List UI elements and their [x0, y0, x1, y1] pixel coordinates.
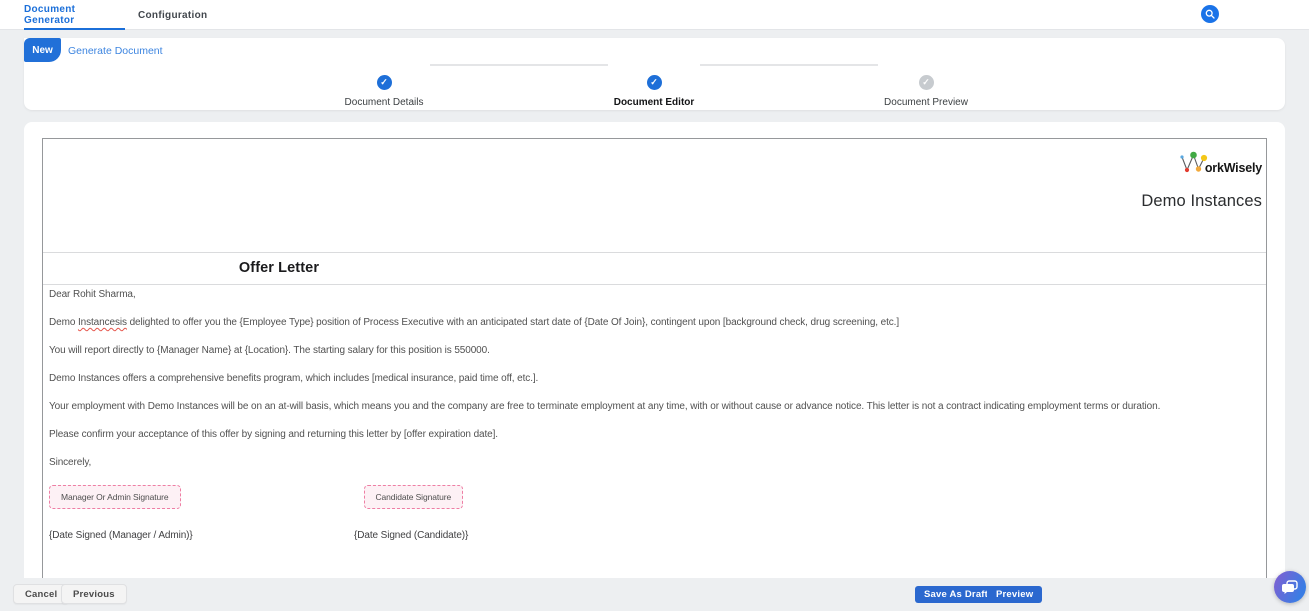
letter-title-block: Offer Letter [43, 252, 1266, 285]
document-editor-panel: orkWisely Demo Instances Offer Letter De… [24, 122, 1285, 578]
new-badge[interactable]: New [24, 38, 61, 62]
generate-document-panel: New Generate Document ✓ Document Details… [24, 38, 1285, 110]
brand-name: orkWisely [1205, 161, 1262, 175]
closing: Sincerely, [49, 457, 1260, 468]
step-label: Document Preview [846, 97, 1006, 108]
tab-configuration[interactable]: Configuration [138, 0, 207, 30]
step-label: Document Editor [574, 97, 734, 108]
salutation: Dear Rohit Sharma, [49, 289, 1260, 300]
page-title: Generate Document [68, 45, 163, 57]
check-icon: ✓ [647, 75, 662, 90]
paragraph-offer: Demo Instancesis delighted to offer you … [49, 317, 1260, 328]
company-logo: orkWisely [1178, 150, 1262, 175]
paragraph-benefits: Demo Instances offers a comprehensive be… [49, 373, 1260, 384]
paragraph-at-will: Your employment with Demo Instances will… [49, 401, 1260, 412]
signature-row: Manager Or Admin Signature Candidate Sig… [49, 485, 1260, 509]
paragraph-reporting: You will report directly to {Manager Nam… [49, 345, 1260, 356]
date-signed-row: {Date Signed (Manager / Admin)} {Date Si… [49, 530, 1260, 542]
search-button[interactable] [1201, 5, 1219, 23]
stepper-connector [430, 64, 608, 66]
step-document-preview[interactable]: ✓ Document Preview [846, 75, 1006, 108]
check-icon: ✓ [919, 75, 934, 90]
manager-signature-field[interactable]: Manager Or Admin Signature [49, 485, 181, 509]
stepper-connector [700, 64, 878, 66]
paragraph-confirmation: Please confirm your acceptance of this o… [49, 429, 1260, 440]
check-icon: ✓ [377, 75, 392, 90]
misspelled-word: Instancesis [78, 317, 127, 328]
step-document-editor[interactable]: ✓ Document Editor [574, 75, 734, 108]
document-page[interactable]: orkWisely Demo Instances Offer Letter De… [42, 138, 1267, 578]
date-signed-candidate: {Date Signed (Candidate)} [354, 530, 468, 541]
candidate-signature-field[interactable]: Candidate Signature [364, 485, 464, 509]
chat-icon [1282, 580, 1298, 595]
top-navigation-bar: Document Generator Configuration [0, 0, 1309, 30]
company-name: Demo Instances [1141, 192, 1262, 211]
tab-document-generator[interactable]: Document Generator [24, 0, 125, 30]
step-document-details[interactable]: ✓ Document Details [304, 75, 464, 108]
save-as-draft-button[interactable]: Save As Draft [915, 586, 997, 603]
date-signed-manager: {Date Signed (Manager / Admin)} [49, 530, 193, 541]
previous-button[interactable]: Previous [61, 584, 127, 604]
letter-title: Offer Letter [43, 260, 515, 276]
preview-button[interactable]: Preview [987, 586, 1042, 603]
chat-widget-button[interactable] [1274, 571, 1306, 603]
workwisely-logo-icon [1178, 150, 1208, 175]
search-icon [1205, 9, 1215, 19]
step-label: Document Details [304, 97, 464, 108]
letter-body[interactable]: Dear Rohit Sharma, Demo Instancesis deli… [49, 289, 1260, 542]
